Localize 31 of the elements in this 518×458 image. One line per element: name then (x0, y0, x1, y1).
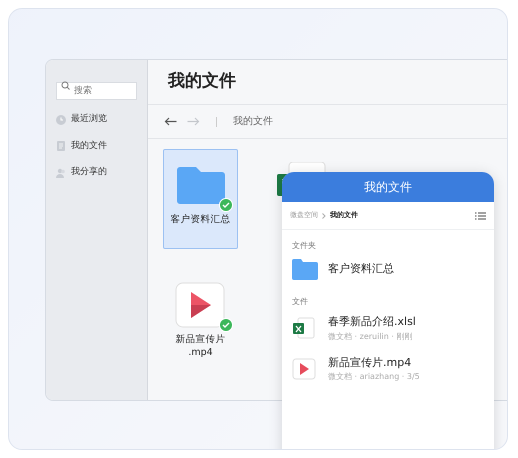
file-name: 客户资料汇总 (170, 214, 230, 227)
section-heading: 文件 (291, 296, 309, 308)
file-row[interactable]: 春季新品介绍.xlsl 微文档 · zeruilin · 刚刚 (282, 308, 494, 348)
sidebar-item[interactable]: 我的文件 (71, 140, 107, 153)
file-name: 新品宣传片 .mp4 (176, 334, 226, 360)
file-name: 春季新品介绍.xlsl (328, 314, 416, 330)
path-label: 我的文件 (233, 114, 273, 129)
file-meta: 微文档 · ariazhang · 3/5 (328, 371, 420, 383)
file-meta: 微文档 · zeruilin · 刚刚 (328, 330, 414, 342)
section-heading: 文件夹 (291, 240, 317, 252)
folder-icon (292, 258, 318, 280)
sidebar-item[interactable]: 我分享的 (71, 166, 107, 180)
page-title: 我的文件 (168, 70, 236, 94)
file-name: 客户资料汇总 (328, 260, 394, 277)
chevron-right-icon (322, 212, 326, 218)
file-tile[interactable]: 新品宣传片 .mp4 (163, 269, 238, 369)
back-icon[interactable] (164, 117, 177, 126)
file-tile[interactable]: 客户资料汇总 (163, 149, 238, 249)
search-field[interactable]: 搜索 (56, 82, 137, 100)
file-name: 新品宣传片.mp4 (328, 354, 412, 370)
document-icon (56, 141, 66, 152)
video-file-icon (174, 282, 226, 328)
clock-icon (56, 114, 66, 125)
file-row[interactable]: 新品宣传片.mp4 微文档 · ariazhang · 3/5 (282, 348, 494, 389)
people-icon (56, 168, 66, 178)
search-icon (61, 80, 70, 90)
phone-title: 我的文件 (282, 172, 494, 202)
list-view-icon (475, 212, 486, 220)
file-row[interactable]: 客户资料汇总 (282, 252, 494, 286)
video-file-icon (292, 358, 318, 380)
sidebar-item[interactable]: 最近浏览 (71, 113, 107, 126)
